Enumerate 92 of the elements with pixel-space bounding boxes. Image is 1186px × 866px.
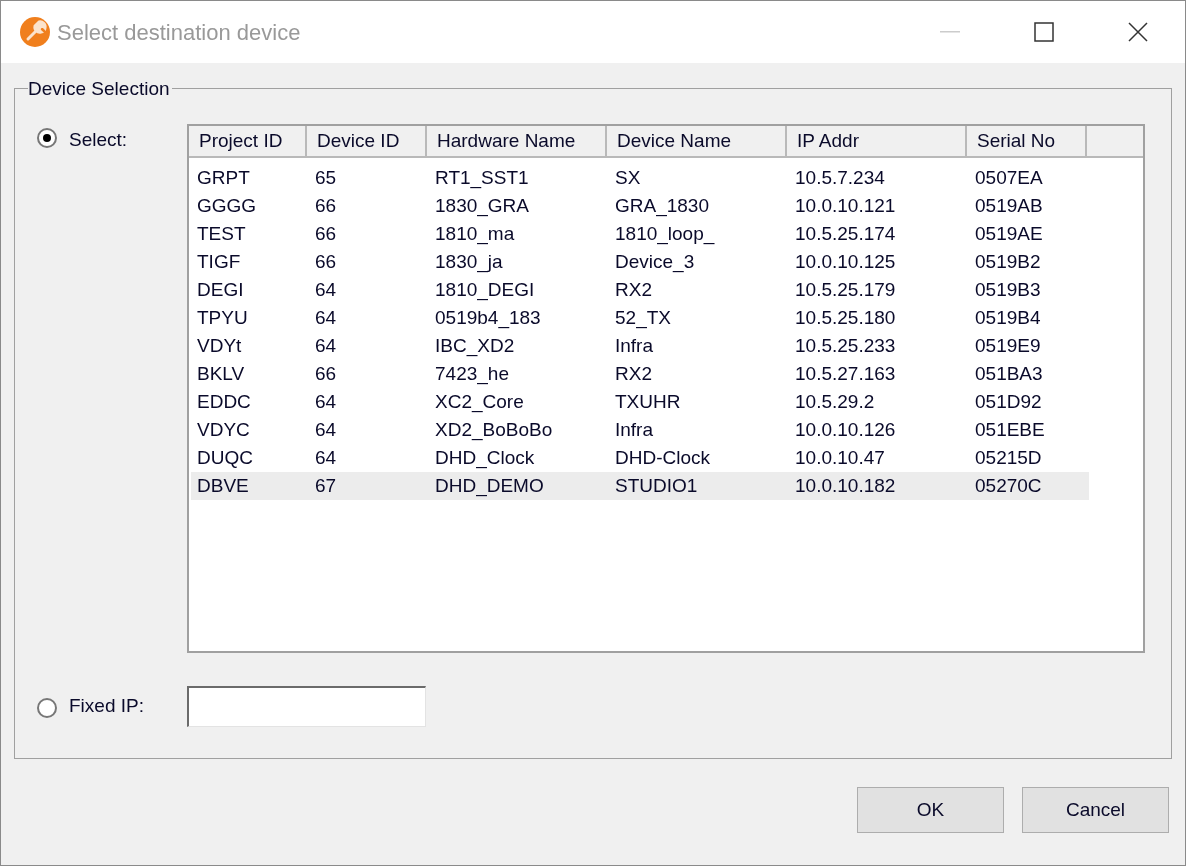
table-cell-text: GRA_1830 <box>614 193 710 219</box>
maximize-icon <box>1034 22 1054 42</box>
table-cell-text: EDDC <box>196 389 252 414</box>
table-cell-text: 0519B3 <box>974 277 1042 302</box>
table-cell-text: DHD_Clock <box>434 445 536 471</box>
table-cell-text: 66 <box>314 249 338 274</box>
table-cell-text: VDYC <box>196 417 251 442</box>
table-cell-text: 64 <box>314 389 338 414</box>
table-cell-text: 64 <box>314 277 338 302</box>
table-cell-text: 10.0.10.47 <box>794 445 886 470</box>
table-cell-text: RX2 <box>614 361 653 386</box>
minimize-icon <box>940 31 960 33</box>
column-header[interactable]: Hardware Name <box>427 126 607 158</box>
table-row[interactable]: DBVE 67 DHD_DEMO STUDIO1 10.0.10.182 05270C <box>191 472 1089 500</box>
table-cell-text: Infra <box>614 333 655 358</box>
table-cell-text: 0519B2 <box>974 249 1042 274</box>
table-cell-text: 66 <box>314 361 338 386</box>
table-cell-text: 10.0.10.182 <box>794 473 897 498</box>
table-cell-text: 051BA3 <box>974 361 1044 386</box>
column-header[interactable]: Device ID <box>307 126 427 158</box>
table-cell-text: 1810_loop_ <box>614 221 716 247</box>
table-cell-text: 10.0.10.121 <box>794 193 897 218</box>
table-cell-text: RT1_SST1 <box>434 165 530 191</box>
table-cell-text: VDYt <box>196 333 243 358</box>
table-cell-text: XC2_Core <box>434 389 525 415</box>
table-cell-text: 0519b4_183 <box>434 305 542 331</box>
table-cell-text: 64 <box>314 417 338 442</box>
table-cell-text: 67 <box>314 473 338 498</box>
column-header[interactable]: Project ID <box>189 126 307 158</box>
table-cell-text: DHD-Clock <box>614 445 711 470</box>
table-cell-text: 051D92 <box>974 389 1043 414</box>
table-cell-text: 10.0.10.126 <box>794 417 897 442</box>
table-cell-text: 0519B4 <box>974 305 1042 330</box>
option-label: Select: <box>69 128 128 152</box>
table-cell-text: STUDIO1 <box>614 473 699 498</box>
table-cell-text: 0519E9 <box>974 333 1042 358</box>
table-cell-text: Device_3 <box>614 249 696 275</box>
header-filler <box>1087 126 1143 158</box>
table-cell-text: 05215D <box>974 445 1043 470</box>
table-cell-text: 64 <box>314 305 338 330</box>
table-cell-text: XD2_BoBoBo <box>434 417 554 443</box>
table-cell-text: 64 <box>314 445 338 470</box>
table-cell-text: Infra <box>614 417 655 442</box>
table-cell-text: 1810_ma <box>434 221 516 247</box>
table-cell-text: 10.5.29.2 <box>794 389 876 414</box>
table-cell-text: 52_TX <box>614 305 672 331</box>
table-cell-text: TEST <box>196 221 247 246</box>
table-cell-text: TIGF <box>196 249 242 274</box>
table-cell-text: 1810_DEGI <box>434 277 536 303</box>
table-cell-text: 0519AE <box>974 221 1044 246</box>
table-cell-text: IBC_XD2 <box>434 333 516 359</box>
table-cell-text: DUQC <box>196 445 254 470</box>
table-cell-text: 10.5.27.163 <box>794 361 897 386</box>
table-cell-text: 64 <box>314 333 338 358</box>
table-cell-text: 0507EA <box>974 165 1044 190</box>
wrench-icon <box>19 16 51 48</box>
table-cell-text: 10.5.25.174 <box>794 221 897 246</box>
table-cell-text: 10.5.25.179 <box>794 277 897 302</box>
table-cell-text: DBVE <box>196 473 250 498</box>
table-cell-text: 10.5.25.180 <box>794 305 897 330</box>
table-cell-text: 10.0.10.125 <box>794 249 897 274</box>
radio-button[interactable] <box>37 128 57 148</box>
table-cell-text: DHD_DEMO <box>434 473 545 499</box>
close-icon <box>1128 22 1148 42</box>
table-cell-text: 0519AB <box>974 193 1044 218</box>
table-cell-text: 1830_GRA <box>434 193 530 219</box>
column-header[interactable]: Device Name <box>607 126 787 158</box>
table-cell-text: 7423_he <box>434 361 510 387</box>
table-cell-text: 05270C <box>974 473 1043 498</box>
cancel-button[interactable]: Cancel <box>1022 787 1169 833</box>
table-cell-text: 1830_ja <box>434 249 504 275</box>
table-cell-text: TXUHR <box>614 389 682 414</box>
table-cell-text: 65 <box>314 165 338 190</box>
table-cell-text: 10.5.7.234 <box>794 165 886 190</box>
table-cell-text: RX2 <box>614 277 653 302</box>
table-cell-text: 66 <box>314 193 338 218</box>
table-cell-text: 66 <box>314 221 338 246</box>
table-cell-text: 10.5.25.233 <box>794 333 897 358</box>
column-header[interactable]: Serial No <box>967 126 1087 158</box>
table-cell-text: 051EBE <box>974 417 1046 442</box>
table-cell-text: DEGI <box>196 277 245 302</box>
option-label: Fixed IP: <box>69 694 144 719</box>
table-cell-text: GRPT <box>196 165 251 190</box>
table-cell-text: BKLV <box>196 361 246 386</box>
radio-button[interactable] <box>37 697 57 718</box>
column-header[interactable]: IP Addr <box>787 126 967 158</box>
table-cell-text: TPYU <box>196 305 249 330</box>
table-cell-text: GGGG <box>196 193 258 218</box>
table-cell-text: SX <box>614 165 642 190</box>
window-title: Select destination device <box>57 18 301 47</box>
ok-button[interactable]: OK <box>857 787 1004 833</box>
ip-input-field[interactable] <box>187 686 426 727</box>
